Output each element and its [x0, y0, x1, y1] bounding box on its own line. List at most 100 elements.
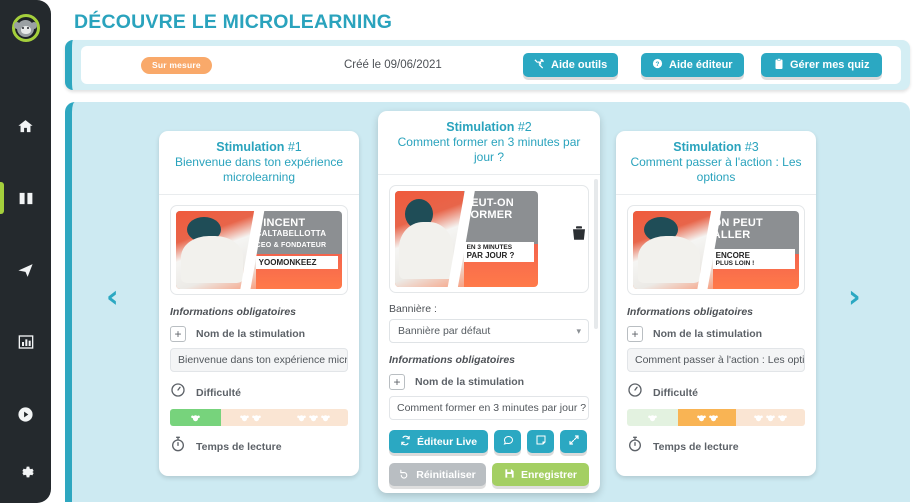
difficulty-level-1[interactable] [170, 409, 221, 426]
logo-circle [11, 14, 40, 42]
stimulation-card-3[interactable]: Stimulation #3 Comment passer à l'action… [616, 131, 816, 476]
difficulty-level-2[interactable] [677, 409, 737, 426]
card-1-name-label: Nom de la stimulation [196, 328, 306, 340]
thumb-band-text: YOOMONKEEZ [258, 257, 317, 267]
course-info-bar: Sur mesure Créé le 09/06/2021 Aide outil… [65, 40, 910, 90]
card-1-reading-time-label: Temps de lecture [196, 440, 282, 453]
note-button[interactable] [527, 430, 555, 453]
yoomonkeez-logo[interactable] [0, 8, 51, 48]
card-3-difficulty-label: Difficulté [653, 386, 698, 399]
sidebar-item-courses[interactable] [0, 180, 51, 216]
carousel-prev-button[interactable]: ‹ [106, 282, 119, 313]
card-3-thumb-band: ENCORE PLUS LOIN ! [712, 248, 795, 269]
card-2-subtitle: Comment former en 3 minutes par jour ? [397, 135, 581, 164]
live-editor-button[interactable]: Éditeur Live [389, 430, 489, 453]
thumb-band-text: PAR JOUR ? [466, 251, 515, 261]
stopwatch-icon [170, 436, 186, 457]
sidebar-item-stats[interactable] [0, 324, 51, 360]
card-2-name-input[interactable]: Comment former en 3 minutes par jour ? [389, 396, 589, 420]
carousel-next-button[interactable]: › [848, 282, 861, 313]
card-3-name-input[interactable]: Comment passer à l'action : Les options [627, 348, 805, 372]
card-1-thumb-text: VINCENT CALTABELLOTTA CEO & FONDATEUR [256, 217, 338, 250]
manage-quiz-label: Gérer mes quiz [790, 59, 870, 71]
help-editor-label: Aide éditeur [669, 59, 733, 71]
sidebar-item-send[interactable] [0, 252, 51, 288]
card-1-title: Stimulation #1 [216, 140, 302, 154]
expand-icon [568, 434, 580, 449]
question-circle-icon: ? [652, 58, 663, 72]
card-1-reading-time-row: Temps de lecture [170, 436, 348, 457]
card-3-name-label: Nom de la stimulation [653, 328, 763, 340]
add-field-button[interactable]: + [170, 326, 186, 342]
sidebar-item-media[interactable] [0, 396, 51, 432]
chevron-down-icon: ▾ [576, 325, 581, 336]
stopwatch-icon [627, 436, 643, 457]
help-editor-button[interactable]: ? Aide éditeur [641, 53, 744, 77]
page-title: DÉCOUVRE LE MICROLEARNING [74, 11, 393, 33]
sidebar-nav [0, 108, 51, 468]
difficulty-level-3[interactable] [736, 409, 805, 426]
save-button[interactable]: Enregistrer [492, 463, 589, 486]
card-2-required-title: Informations obligatoires [389, 354, 516, 366]
sidebar-item-settings[interactable] [0, 464, 51, 485]
tools-icon [534, 58, 545, 72]
banner-select[interactable]: Bannière par défaut ▾ [389, 319, 589, 343]
comment-icon [502, 434, 514, 449]
help-tools-button[interactable]: Aide outils [523, 53, 619, 77]
status-badge: Sur mesure [141, 56, 212, 74]
add-field-button[interactable]: + [627, 326, 643, 342]
card-3-title: Stimulation #3 [673, 140, 759, 154]
card-2-thumbnail-frame[interactable]: PEUT-ON FORMER EN 3 MINUTES PAR JOUR ? [389, 185, 589, 293]
card-3-difficulty-selector[interactable] [627, 409, 805, 426]
card-1-difficulty-label: Difficulté [196, 386, 241, 399]
card-2-scrollbar[interactable] [594, 179, 598, 329]
reset-button[interactable]: Réinitialiser [389, 463, 486, 486]
card-3-subtitle: Comment passer à l'action : Les options [630, 155, 802, 184]
card-1-name-input[interactable]: Bienvenue dans ton expérience microle [170, 348, 348, 372]
card-2-action-row-1: Éditeur Live [389, 430, 589, 453]
note-icon [535, 434, 547, 449]
banner-select-value: Bannière par défaut [398, 325, 491, 337]
card-1-thumbnail-frame[interactable]: VINCENT CALTABELLOTTA CEO & FONDATEUR YO… [170, 205, 348, 295]
card-1-difficulty-selector[interactable] [170, 409, 348, 426]
card-2-action-row-2: Réinitialiser Enregistrer [389, 463, 589, 486]
difficulty-level-2[interactable] [220, 409, 280, 426]
thumb-line-1: PEUT-ON [463, 197, 514, 209]
card-1-subtitle: Bienvenue dans ton expérience microlearn… [174, 155, 344, 184]
card-3-difficulty-row: Difficulté [627, 382, 805, 403]
card-1-thumbnail: VINCENT CALTABELLOTTA CEO & FONDATEUR YO… [176, 211, 342, 289]
stimulation-card-2[interactable]: Stimulation #2 Comment former en 3 minut… [378, 111, 600, 493]
home-icon [17, 118, 34, 135]
sidebar-item-home[interactable] [0, 108, 51, 144]
delete-stimulation-button[interactable] [570, 223, 588, 248]
thumb-line-1: ON PEUT [712, 217, 763, 229]
comment-button[interactable] [494, 430, 522, 453]
created-date: Créé le 09/06/2021 [344, 59, 442, 71]
expand-button[interactable] [560, 430, 588, 453]
card-1-body: VINCENT CALTABELLOTTA CEO & FONDATEUR YO… [159, 195, 359, 457]
manage-quiz-button[interactable]: Gérer mes quiz [761, 53, 883, 77]
stimulation-card-1[interactable]: Stimulation #1 Bienvenue dans ton expéri… [159, 131, 359, 476]
card-3-required-title: Informations obligatoires [627, 306, 754, 318]
sidebar [0, 0, 51, 503]
card-1-header: Stimulation #1 Bienvenue dans ton expéri… [159, 131, 359, 195]
difficulty-level-1[interactable] [627, 409, 678, 426]
gauge-icon [170, 382, 186, 403]
card-2-name-label: Nom de la stimulation [415, 376, 525, 388]
card-2-header: Stimulation #2 Comment former en 3 minut… [378, 111, 600, 175]
card-2-name-row: + Nom de la stimulation [389, 374, 589, 390]
book-icon [17, 190, 35, 207]
thumb-line-1: VINCENT [255, 217, 306, 229]
thumb-line-2: CALTABELLOTTA [255, 229, 327, 238]
card-2-body: PEUT-ON FORMER EN 3 MINUTES PAR JOUR ? B… [378, 175, 600, 486]
card-3-thumb-text: ON PEUT ALLER [713, 217, 795, 241]
course-info-inner: Sur mesure Créé le 09/06/2021 Aide outil… [81, 46, 901, 84]
card-1-difficulty-row: Difficulté [170, 382, 348, 403]
add-field-button[interactable]: + [389, 374, 405, 390]
difficulty-level-3[interactable] [279, 409, 348, 426]
app-root: DÉCOUVRE LE MICROLEARNING Sur mesure Cré… [0, 0, 920, 503]
paper-plane-icon [17, 262, 34, 279]
card-3-header: Stimulation #3 Comment passer à l'action… [616, 131, 816, 195]
card-3-thumbnail-frame[interactable]: ON PEUT ALLER ENCORE PLUS LOIN ! [627, 205, 805, 295]
card-2-title: Stimulation #2 [446, 120, 532, 134]
